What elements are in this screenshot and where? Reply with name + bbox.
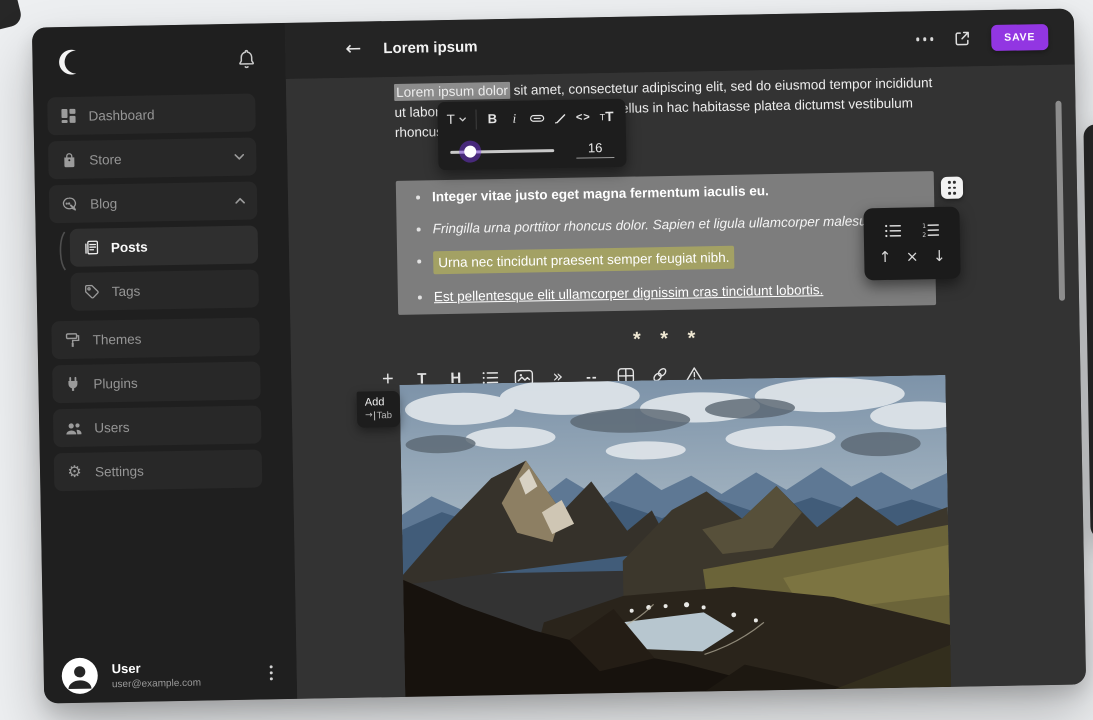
sidebar-item-blog[interactable]: Blog bbox=[49, 182, 258, 224]
sidebar-item-label: Settings bbox=[95, 463, 144, 479]
bullet-dot bbox=[417, 260, 421, 264]
section-divider-stars: * * * bbox=[399, 323, 937, 356]
tooltip-title: Add bbox=[365, 396, 392, 408]
post-title: Lorem ipsum bbox=[383, 38, 477, 57]
background-card-right bbox=[1083, 123, 1093, 538]
drag-handle-dots[interactable] bbox=[941, 177, 963, 199]
chevron-down-icon bbox=[234, 154, 244, 160]
blog-chat-icon bbox=[61, 195, 78, 212]
chevron-down-icon bbox=[459, 117, 467, 122]
sidebar-item-store[interactable]: Store bbox=[48, 138, 257, 180]
bullet-dot bbox=[416, 196, 420, 200]
text-style-dropdown[interactable]: T bbox=[447, 112, 468, 127]
toolbar-divider bbox=[476, 109, 477, 129]
bullet-dot bbox=[418, 296, 422, 300]
sidebar-item-label: Tags bbox=[112, 283, 141, 299]
list-block-menu: 1 2 ↑ × ↓ bbox=[863, 207, 960, 281]
dashboard-icon bbox=[59, 107, 76, 124]
store-bag-icon bbox=[60, 151, 77, 168]
remove-x[interactable]: × bbox=[906, 249, 919, 265]
sidebar: Dashboard Store B bbox=[32, 23, 297, 704]
tree-guide-line bbox=[56, 231, 69, 276]
gear-icon: ⚙ bbox=[66, 463, 83, 480]
link-icon[interactable] bbox=[530, 113, 545, 123]
back-arrow-button[interactable]: ← bbox=[345, 38, 361, 60]
svg-text:2: 2 bbox=[922, 231, 926, 238]
sidebar-item-label: Themes bbox=[92, 331, 141, 347]
users-icon bbox=[65, 419, 82, 436]
font-size-slider[interactable] bbox=[450, 149, 554, 154]
sidebar-item-themes[interactable]: Themes bbox=[51, 317, 260, 359]
crescent-moon-logo[interactable] bbox=[54, 47, 85, 78]
move-up-arrow[interactable]: ↑ bbox=[879, 249, 892, 265]
desktop-background: Dashboard Store B bbox=[0, 0, 1093, 720]
sidebar-item-label: Posts bbox=[111, 239, 148, 255]
posts-document-icon bbox=[82, 239, 99, 256]
sidebar-item-plugins[interactable]: Plugins bbox=[52, 361, 261, 403]
paint-roller-icon bbox=[63, 331, 80, 348]
tag-icon bbox=[83, 283, 100, 300]
move-down-arrow[interactable]: ↓ bbox=[933, 248, 946, 264]
user-name: User bbox=[112, 659, 201, 676]
slider-thumb[interactable] bbox=[464, 145, 476, 157]
sidebar-item-label: Store bbox=[89, 151, 122, 167]
bullet-list-icon[interactable] bbox=[884, 222, 902, 238]
kebab-menu-icon[interactable] bbox=[270, 665, 273, 680]
sidebar-item-label: Users bbox=[94, 419, 130, 435]
font-size-icon[interactable]: TT bbox=[600, 109, 614, 124]
numbered-list-icon[interactable]: 1 2 bbox=[922, 222, 940, 238]
user-email: user@example.com bbox=[112, 677, 201, 690]
pen-icon[interactable] bbox=[554, 111, 567, 124]
text-selection: Lorem ipsum dolor bbox=[394, 82, 510, 101]
chevron-up-icon bbox=[235, 198, 245, 204]
mountain-landscape-photo[interactable] bbox=[400, 375, 952, 697]
font-size-value[interactable]: 16 bbox=[576, 140, 614, 159]
more-options-button[interactable] bbox=[916, 37, 934, 41]
bold-button[interactable]: B bbox=[486, 111, 499, 126]
background-card-top-left bbox=[0, 0, 23, 35]
bullet-list-block[interactable]: Integer vitae justo eget magna fermentum… bbox=[396, 171, 936, 315]
open-external-icon[interactable] bbox=[953, 29, 971, 47]
tooltip-shortcut: →Tab bbox=[365, 410, 392, 421]
italic-button[interactable]: i bbox=[508, 110, 521, 126]
sidebar-item-users[interactable]: Users bbox=[53, 405, 262, 447]
highlighted-text: Urna nec tincidunt praesent semper feugi… bbox=[433, 246, 735, 275]
scrollbar-thumb[interactable] bbox=[1055, 101, 1065, 301]
sidebar-item-tags[interactable]: Tags bbox=[70, 269, 259, 310]
add-block-icon[interactable]: + bbox=[377, 369, 398, 390]
app-window: Dashboard Store B bbox=[32, 9, 1086, 704]
sidebar-item-label: Plugins bbox=[93, 375, 138, 391]
notification-bell-icon[interactable] bbox=[236, 47, 256, 69]
sidebar-item-dashboard[interactable]: Dashboard bbox=[47, 94, 256, 136]
svg-text:1: 1 bbox=[922, 222, 926, 229]
person-avatar-icon bbox=[61, 658, 98, 695]
user-profile-row[interactable]: User user@example.com bbox=[53, 645, 287, 703]
code-icon[interactable]: <> bbox=[576, 111, 591, 123]
sidebar-item-label: Dashboard bbox=[88, 107, 154, 123]
sidebar-item-posts[interactable]: Posts bbox=[70, 226, 259, 267]
save-button[interactable]: SAVE bbox=[991, 24, 1048, 51]
text-format-toolbar: T B i <> bbox=[437, 99, 626, 170]
sidebar-item-label: Blog bbox=[90, 196, 117, 211]
editor-content: Lorem ipsum dolor sit amet, consectetur … bbox=[286, 65, 1086, 699]
add-tooltip: Add →Tab bbox=[357, 391, 401, 428]
sidebar-item-settings[interactable]: ⚙ Settings bbox=[54, 449, 263, 491]
plug-icon bbox=[64, 375, 81, 392]
tab-key-icon: → bbox=[365, 411, 375, 420]
bullet-dot bbox=[417, 228, 421, 232]
